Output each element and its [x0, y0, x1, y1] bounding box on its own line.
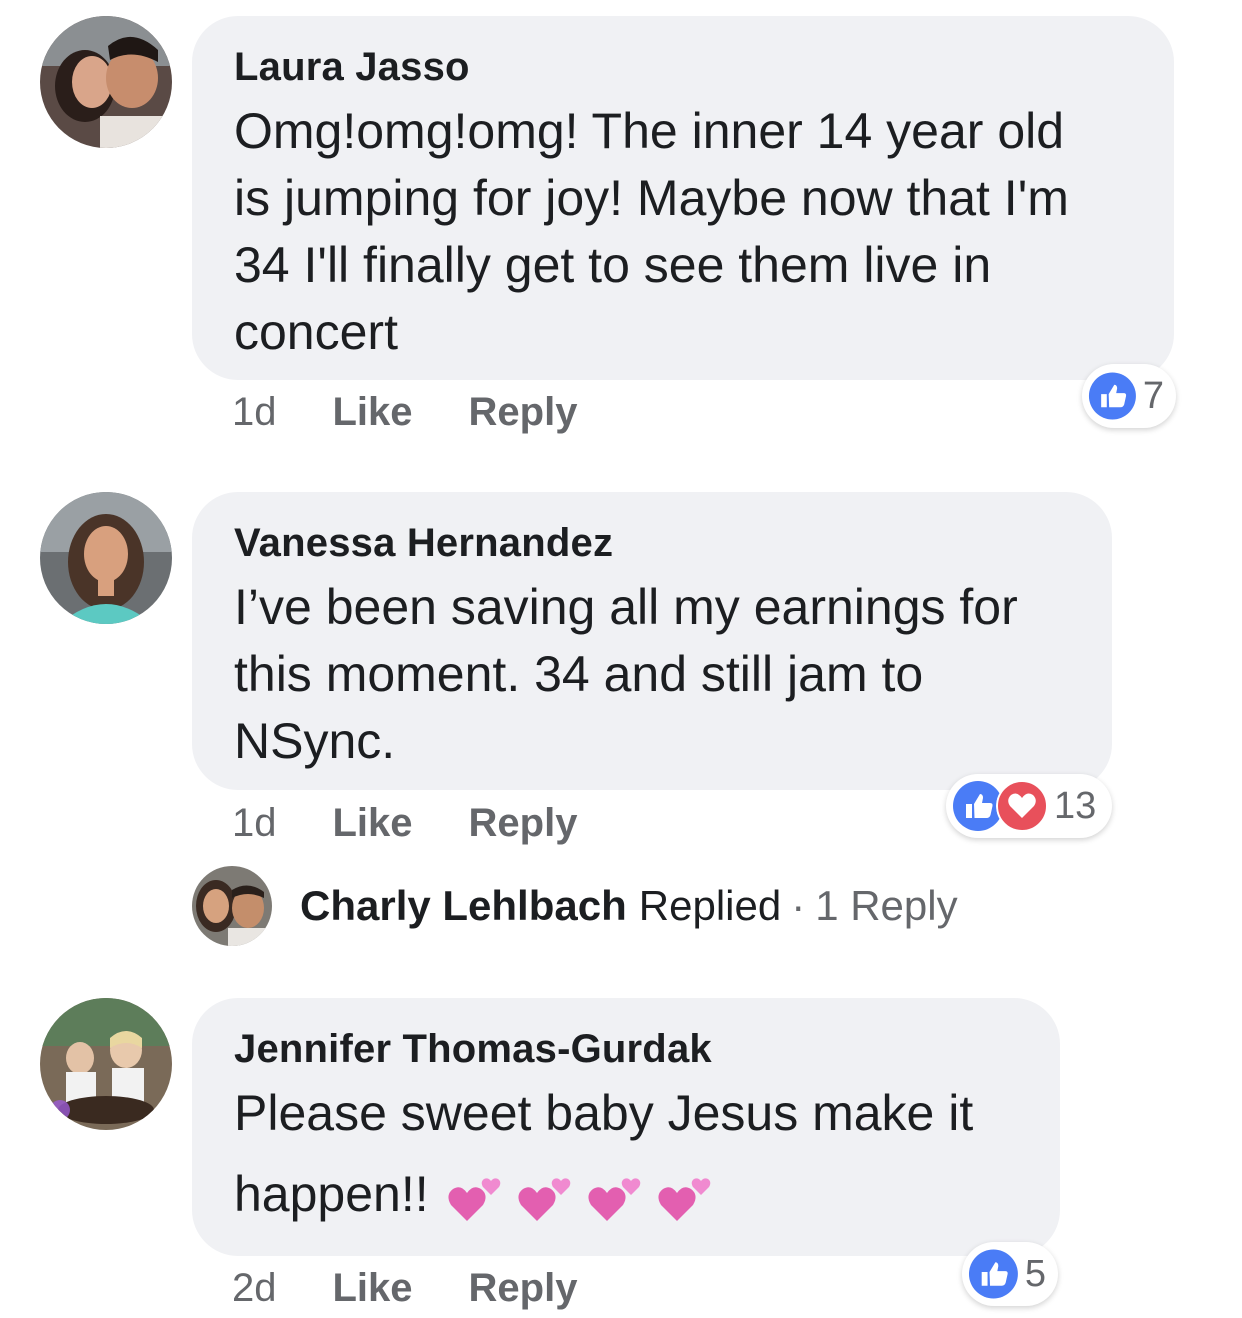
comment-line: happen!!: [234, 1166, 429, 1222]
comment-timestamp[interactable]: 1d: [232, 390, 277, 435]
comment-text: Please sweet baby Jesus make it happen!!: [234, 1080, 1020, 1231]
comment-line-with-emoji: happen!!: [234, 1161, 1020, 1231]
comment-line: 34 I'll finally get to see them live in: [234, 237, 992, 293]
reply-button[interactable]: Reply: [469, 390, 578, 435]
reaction-count: 13: [1054, 784, 1097, 827]
reply-button[interactable]: Reply: [469, 801, 578, 846]
comment-author[interactable]: Laura Jasso: [234, 44, 1134, 90]
comment-timestamp[interactable]: 2d: [232, 1266, 277, 1311]
avatar-laura-jasso[interactable]: [40, 16, 172, 148]
comment-text: Omg!omg!omg! The inner 14 year old is ju…: [234, 98, 1134, 366]
comment-line: Please sweet baby Jesus make it: [234, 1085, 974, 1141]
reaction-summary[interactable]: 7: [1082, 364, 1176, 428]
avatar-jennifer-thomas-gurdak[interactable]: [40, 998, 172, 1130]
comment-timestamp[interactable]: 1d: [232, 801, 277, 846]
comment-text: I’ve been saving all my earnings for thi…: [234, 574, 1072, 775]
like-button[interactable]: Like: [333, 390, 413, 435]
like-button[interactable]: Like: [333, 801, 413, 846]
comment-line: this moment. 34 and still jam to: [234, 646, 924, 702]
reply-author: Charly Lehlbach: [300, 882, 627, 929]
avatar-charly-lehlbach: [192, 866, 272, 946]
like-icon: [1088, 372, 1136, 420]
comment-author[interactable]: Vanessa Hernandez: [234, 520, 1072, 566]
two-hearts-emoji: [447, 1178, 710, 1221]
comment-line: NSync.: [234, 713, 396, 769]
comment-bubble: Laura Jasso Omg!omg!omg! The inner 14 ye…: [192, 16, 1174, 380]
reply-preview[interactable]: Charly Lehlbach Replied · 1 Reply: [192, 866, 958, 946]
comment-actions: 1d Like Reply: [232, 801, 633, 846]
comment-actions: 2d Like Reply: [232, 1266, 633, 1311]
comment-line: is jumping for joy! Maybe now that I'm: [234, 170, 1069, 226]
comment-author[interactable]: Jennifer Thomas-Gurdak: [234, 1026, 1020, 1072]
reaction-count: 7: [1142, 374, 1164, 417]
reply-count: 1 Reply: [815, 882, 958, 929]
avatar-vanessa-hernandez[interactable]: [40, 492, 172, 624]
reaction-summary[interactable]: 13: [946, 774, 1112, 838]
comment-line: I’ve been saving all my earnings for: [234, 579, 1018, 635]
comment-actions: 1d Like Reply: [232, 390, 633, 435]
like-icon: [968, 1249, 1018, 1299]
separator-dot: ·: [791, 882, 806, 929]
reply-action: Replied: [638, 882, 782, 929]
reply-button[interactable]: Reply: [469, 1266, 578, 1311]
comment-bubble: Jennifer Thomas-Gurdak Please sweet baby…: [192, 998, 1060, 1256]
comment-line: concert: [234, 304, 398, 360]
reaction-count: 5: [1024, 1252, 1046, 1295]
comment-line: Omg!omg!omg! The inner 14 year old: [234, 103, 1065, 159]
like-button[interactable]: Like: [333, 1266, 413, 1311]
comment-bubble: Vanessa Hernandez I’ve been saving all m…: [192, 492, 1112, 790]
love-icon: [996, 780, 1048, 832]
reaction-summary[interactable]: 5: [962, 1242, 1058, 1306]
